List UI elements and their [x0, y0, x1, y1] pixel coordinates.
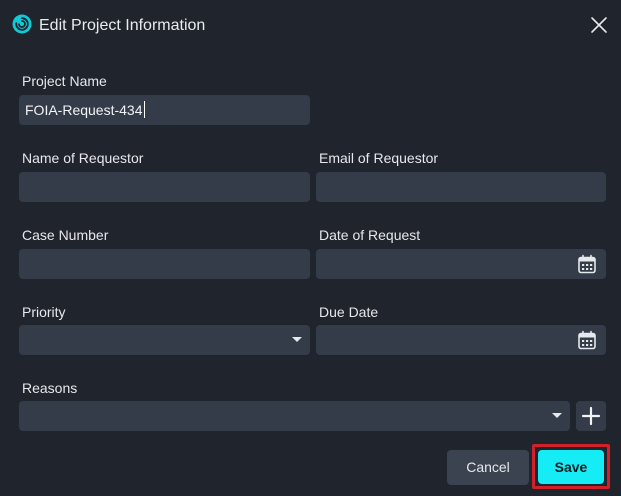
project-name-input[interactable]: FOIA-Request-434: [19, 95, 310, 125]
requestor-name-input[interactable]: [19, 172, 310, 202]
calendar-icon[interactable]: [576, 253, 598, 275]
cancel-button[interactable]: Cancel: [447, 450, 529, 485]
due-date-input[interactable]: [316, 325, 606, 355]
plus-icon: [581, 406, 601, 426]
add-reason-button[interactable]: [576, 401, 606, 431]
priority-label: Priority: [22, 304, 66, 320]
due-date-label: Due Date: [319, 304, 379, 320]
calendar-icon[interactable]: [576, 329, 598, 351]
dialog-titlebar: Edit Project Information: [0, 0, 621, 52]
edit-project-dialog: Edit Project Information Project Name FO…: [0, 0, 621, 496]
case-number-input[interactable]: [19, 249, 310, 279]
requestor-email-input[interactable]: [316, 172, 606, 202]
text-cursor: [143, 101, 145, 118]
save-button[interactable]: Save: [538, 450, 604, 484]
date-of-request-input[interactable]: [316, 249, 606, 279]
reasons-label: Reasons: [22, 380, 78, 396]
project-name-value: FOIA-Request-434: [25, 101, 145, 118]
requestor-name-label: Name of Requestor: [22, 150, 144, 166]
requestor-email-label: Email of Requestor: [319, 150, 439, 166]
swirl-logo-icon: [12, 14, 32, 34]
case-number-label: Case Number: [22, 227, 109, 243]
priority-select[interactable]: [19, 325, 310, 355]
dialog-title: Edit Project Information: [39, 17, 206, 34]
chevron-down-icon[interactable]: [292, 337, 302, 342]
date-of-request-label: Date of Request: [319, 227, 421, 243]
close-icon[interactable]: [588, 14, 610, 36]
chevron-down-icon[interactable]: [552, 413, 562, 418]
reasons-select[interactable]: [19, 401, 570, 431]
project-name-label: Project Name: [22, 73, 107, 89]
